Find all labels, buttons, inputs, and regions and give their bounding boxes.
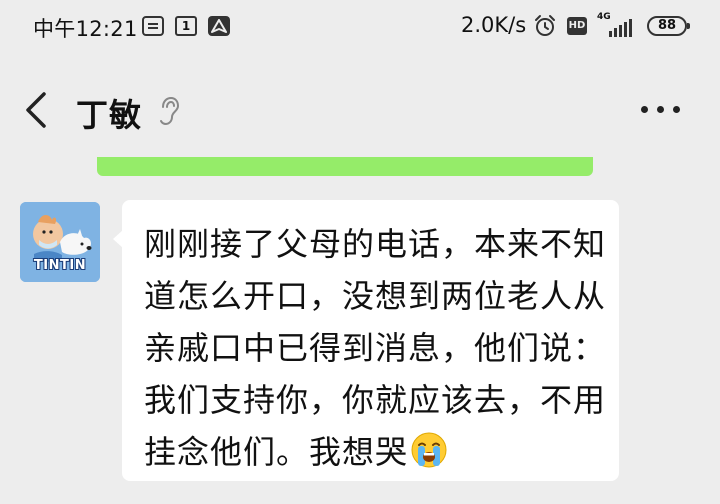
battery-icon: 88 bbox=[647, 16, 690, 36]
chat-title: 丁敏 bbox=[76, 96, 143, 134]
ear-icon bbox=[158, 96, 180, 130]
message-bubble[interactable]: 刚刚接了父母的电话，本来不知 道怎么开口，没想到两位老人从 亲戚口中已得到消息，… bbox=[113, 200, 619, 481]
message-line: 我们支持你，你就应该去，不用 bbox=[144, 381, 607, 419]
navigation-icon bbox=[208, 16, 230, 36]
avatar-text: TINTIN bbox=[33, 258, 87, 273]
hd-icon: HD bbox=[567, 17, 587, 35]
avatar[interactable]: TINTIN bbox=[20, 202, 100, 282]
message-line: 道怎么开口，没想到两位老人从 bbox=[144, 277, 607, 315]
crying-face-emoji bbox=[410, 431, 448, 484]
more-dots-icon[interactable] bbox=[641, 106, 681, 114]
network-speed: 2.0K/s bbox=[461, 13, 527, 37]
message-line: 亲戚口中已得到消息，他们说： bbox=[144, 329, 607, 367]
message-line: 刚刚接了父母的电话，本来不知 bbox=[144, 225, 607, 263]
status-bar: 中午12:21 1 2.0K/s HD 4G 88 bbox=[0, 0, 720, 56]
status-time: 中午12:21 bbox=[33, 17, 138, 41]
message-line-last: 挂念他们。我想哭 bbox=[144, 426, 603, 478]
alarm-icon bbox=[533, 14, 557, 42]
outgoing-bubble-partial bbox=[97, 157, 593, 176]
chat-header: 丁敏 bbox=[0, 76, 720, 146]
message-line-text: 挂念他们。我想哭 bbox=[144, 433, 409, 471]
calendar-icon: 1 bbox=[175, 16, 197, 36]
signal-icon: 4G bbox=[597, 13, 637, 37]
chevron-left-icon[interactable] bbox=[22, 90, 50, 134]
message-icon bbox=[142, 16, 164, 36]
